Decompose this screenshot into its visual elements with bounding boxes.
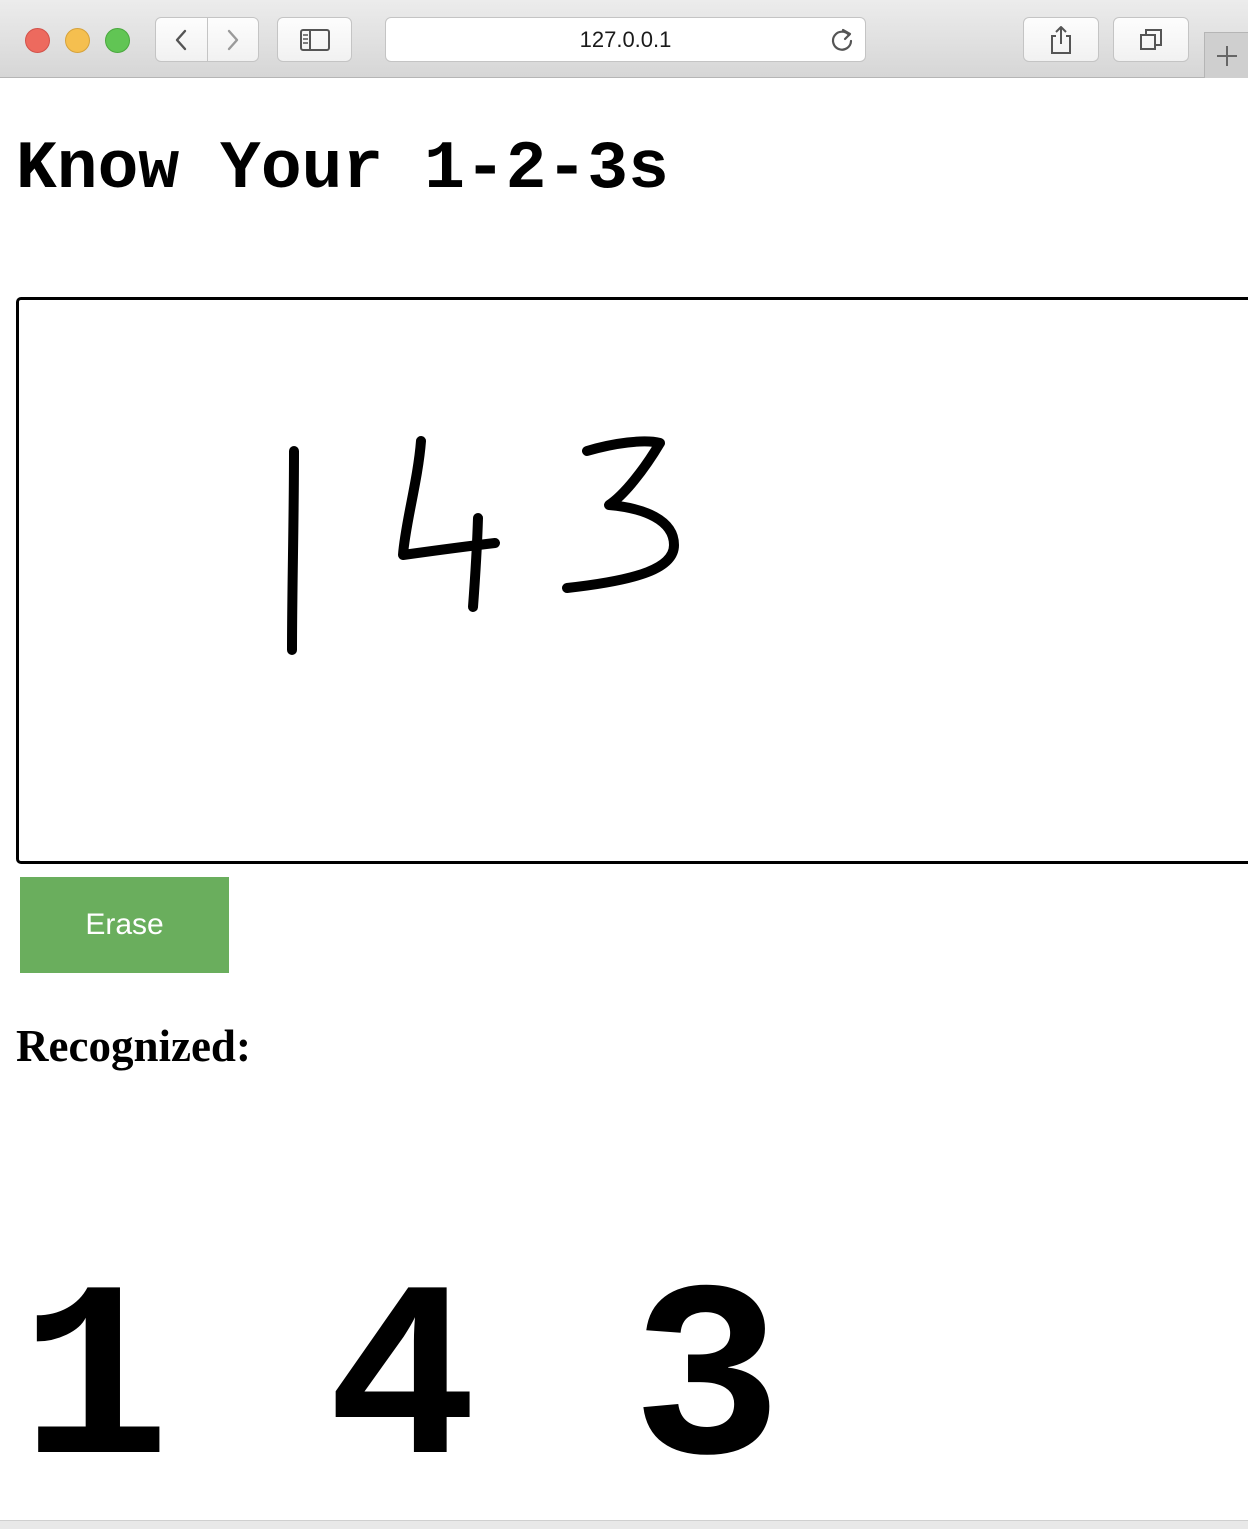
recognized-digit: 4: [327, 1245, 478, 1528]
nav-button-group: [155, 17, 259, 62]
recognized-label: Recognized:: [16, 1021, 251, 1071]
drawing-canvas[interactable]: [16, 297, 1248, 864]
chevron-right-icon: [227, 29, 238, 50]
sidebar-button[interactable]: [277, 17, 352, 62]
stroke-digit-4-b: [468, 513, 483, 612]
plus-icon: [1216, 45, 1237, 66]
recognized-digit: 1: [20, 1245, 171, 1528]
tabs-overview-button[interactable]: [1113, 17, 1189, 62]
page-title: Know Your 1-2-3s: [16, 131, 669, 208]
browser-toolbar: 127.0.0.1: [0, 0, 1248, 78]
sidebar-icon: [299, 28, 330, 51]
reload-button[interactable]: [829, 27, 855, 58]
back-button[interactable]: [156, 18, 207, 61]
url-text: 127.0.0.1: [579, 26, 672, 52]
close-window-button[interactable]: [25, 28, 50, 53]
maximize-window-button[interactable]: [105, 28, 130, 53]
stroke-digit-3: [562, 436, 679, 593]
reload-icon: [831, 28, 853, 51]
stroke-digit-1: [287, 446, 299, 655]
handwritten-strokes: [287, 436, 679, 655]
chevron-left-icon: [176, 29, 187, 50]
tabs-icon: [1140, 28, 1162, 50]
minimize-window-button[interactable]: [65, 28, 90, 53]
address-bar[interactable]: 127.0.0.1: [385, 17, 866, 62]
share-icon: [1051, 25, 1071, 54]
forward-button[interactable]: [206, 18, 259, 61]
new-tab-button[interactable]: [1204, 32, 1248, 78]
share-button[interactable]: [1023, 17, 1099, 62]
recognized-digit: 3: [632, 1245, 783, 1528]
erase-button[interactable]: Erase: [20, 877, 229, 973]
